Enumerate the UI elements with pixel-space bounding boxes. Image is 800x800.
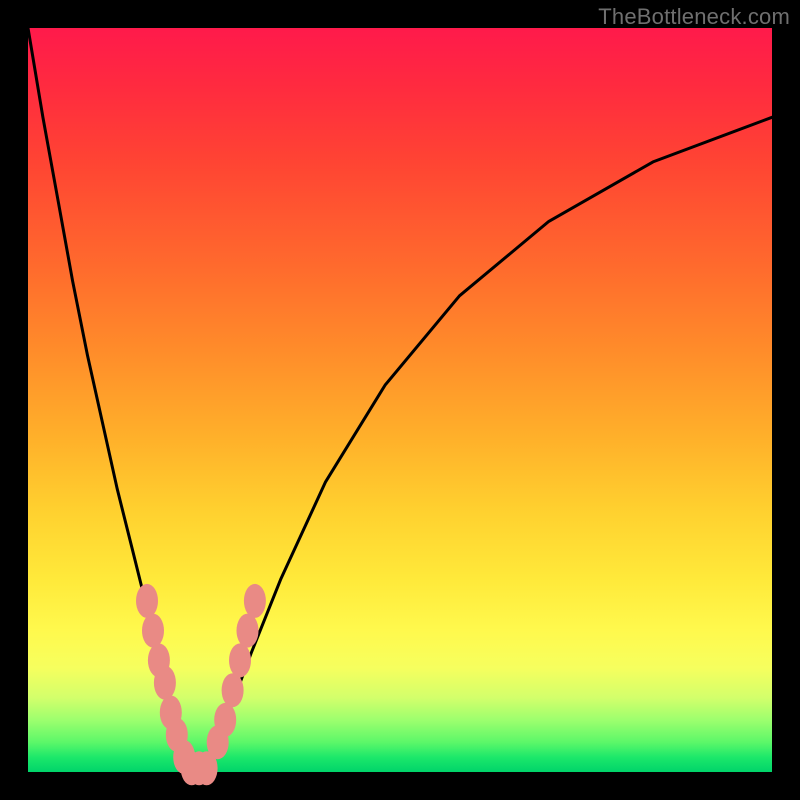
curve-layer — [28, 28, 772, 772]
bottleneck-curve — [28, 28, 772, 772]
highlight-dots — [136, 584, 266, 785]
watermark-text: TheBottleneck.com — [598, 4, 790, 30]
chart-container: TheBottleneck.com — [0, 0, 800, 800]
plot-area — [28, 28, 772, 772]
